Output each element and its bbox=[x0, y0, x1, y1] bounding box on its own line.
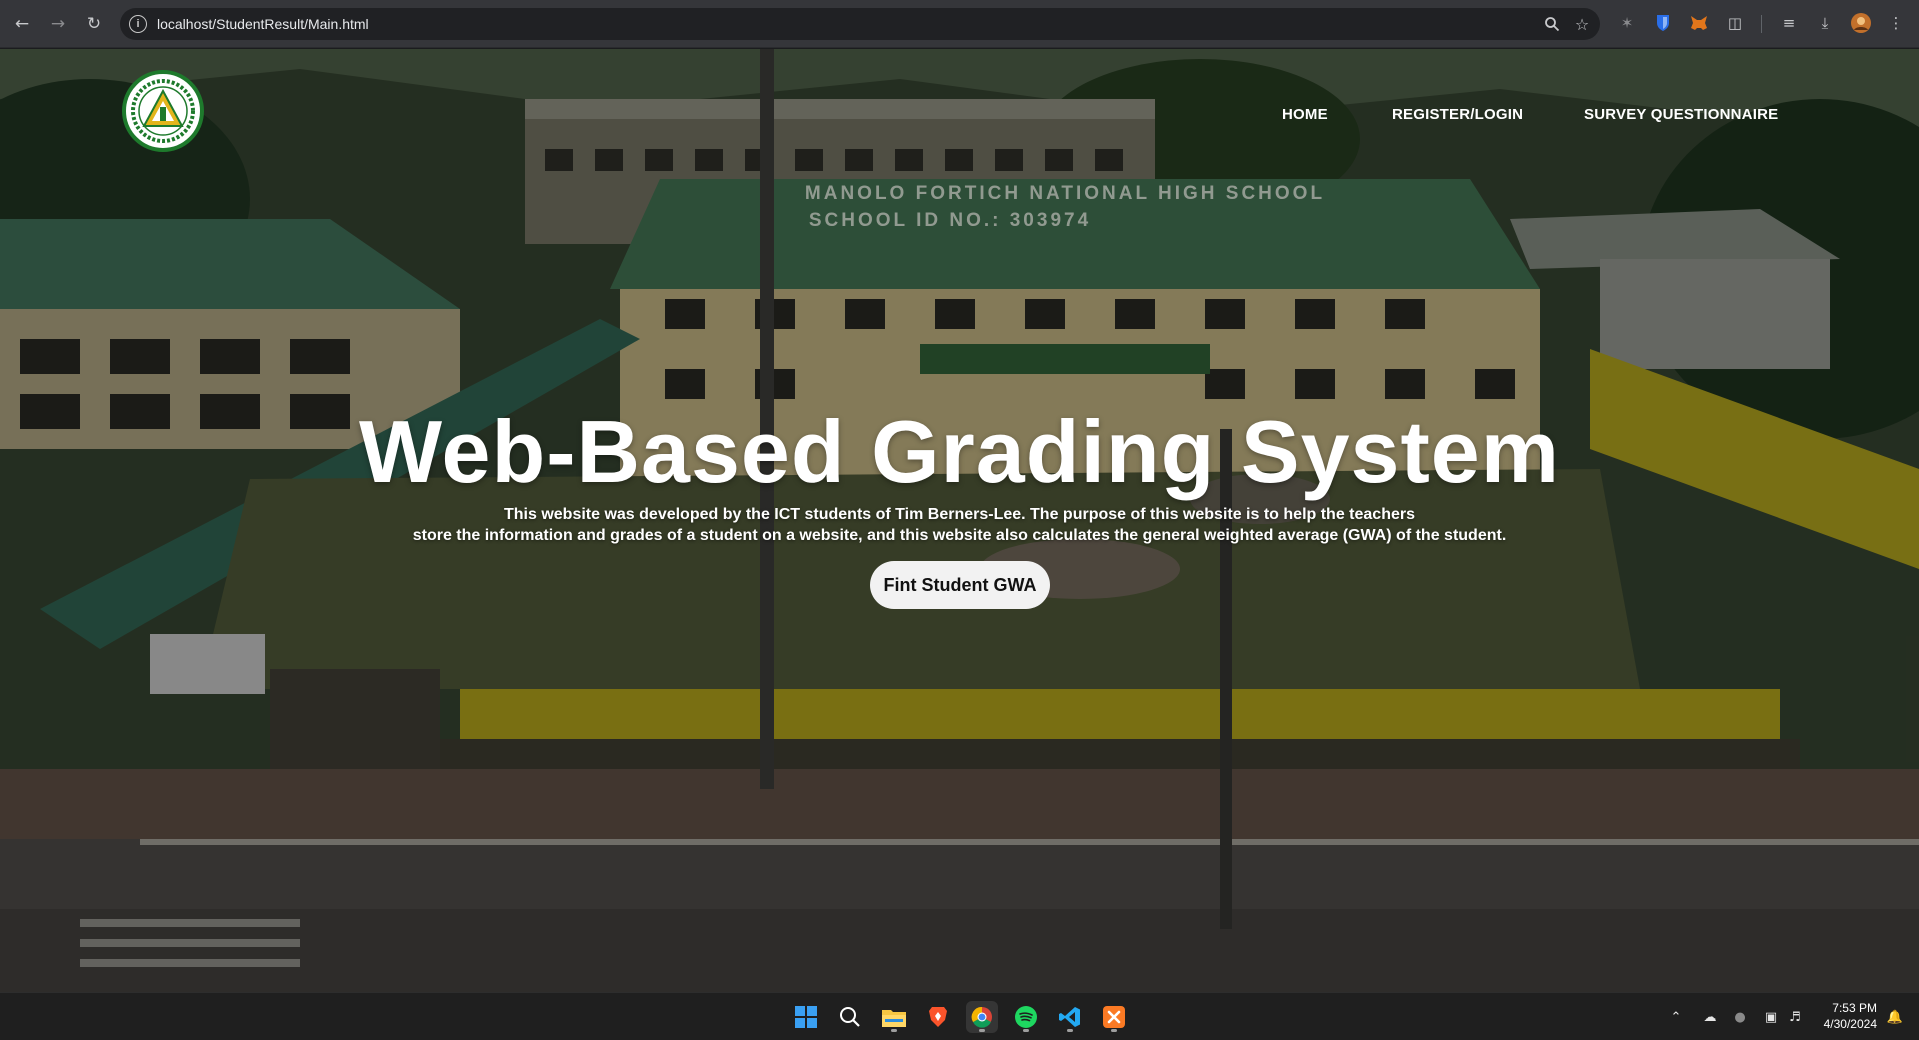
brave-browser-icon[interactable] bbox=[922, 1001, 954, 1033]
spotify-icon[interactable] bbox=[1010, 1001, 1042, 1033]
running-indicator bbox=[1111, 1029, 1117, 1032]
nav-register-login-link[interactable]: REGISTER/LOGIN bbox=[1392, 106, 1523, 123]
reading-list-icon[interactable]: ≡ bbox=[1777, 11, 1801, 35]
running-indicator bbox=[1067, 1029, 1073, 1032]
hero-description-line-2: store the information and grades of a st… bbox=[412, 527, 1507, 544]
windows-taskbar: ⌃ ☁ ● ▣ ♬ 7:53 PM 4/30/2024 🔔 bbox=[0, 992, 1919, 1040]
more-menu-icon[interactable]: ⋮ bbox=[1884, 11, 1908, 35]
show-hidden-icons-chevron-icon[interactable]: ⌃ bbox=[1668, 1008, 1684, 1026]
running-indicator bbox=[1023, 1029, 1029, 1032]
chrome-icon[interactable] bbox=[966, 1001, 998, 1033]
toolbar-separator bbox=[1761, 15, 1762, 33]
profile-avatar[interactable] bbox=[1849, 11, 1873, 35]
zoom-icon[interactable] bbox=[1540, 12, 1564, 36]
windows-start-icon[interactable] bbox=[790, 1001, 822, 1033]
hero-description: This website was developed by the ICT st… bbox=[0, 504, 1919, 546]
network-icon[interactable]: ▣ bbox=[1762, 1008, 1780, 1026]
notification-bell-icon[interactable]: 🔔 bbox=[1886, 1008, 1904, 1026]
address-bar[interactable]: i localhost/StudentResult/Main.html ☆ bbox=[120, 8, 1600, 40]
forward-icon[interactable]: → bbox=[44, 10, 72, 38]
find-student-gwa-button[interactable]: Fint Student GWA bbox=[870, 561, 1050, 609]
site-info-icon[interactable]: i bbox=[129, 15, 147, 33]
ai-extension-icon[interactable]: ✶ bbox=[1615, 11, 1639, 35]
system-clock[interactable]: 7:53 PM 4/30/2024 bbox=[1824, 1000, 1877, 1032]
extensions-puzzle-icon[interactable]: ◫ bbox=[1723, 11, 1747, 35]
running-indicator bbox=[979, 1029, 985, 1032]
vscode-icon[interactable] bbox=[1054, 1001, 1086, 1033]
clock-date: 4/30/2024 bbox=[1823, 1017, 1877, 1031]
metamask-extension-icon[interactable] bbox=[1687, 11, 1711, 35]
reload-icon[interactable]: ↻ bbox=[80, 10, 108, 38]
onedrive-cloud-icon[interactable]: ☁ bbox=[1700, 1008, 1720, 1026]
nav-home-link[interactable]: HOME bbox=[1282, 106, 1328, 123]
hero-section: MANOLO FORTICH NATIONAL HIGH SCHOOL SCHO… bbox=[0, 49, 1919, 992]
clock-time: 7:53 PM bbox=[1832, 1001, 1877, 1015]
back-icon[interactable]: ← bbox=[8, 10, 36, 38]
hero-description-line-1: This website was developed by the ICT st… bbox=[503, 506, 1415, 523]
nav-survey-link[interactable]: SURVEY QUESTIONNAIRE bbox=[1584, 106, 1778, 123]
bitwarden-extension-icon[interactable] bbox=[1651, 11, 1675, 35]
search-icon[interactable] bbox=[834, 1001, 866, 1033]
running-indicator bbox=[891, 1029, 897, 1032]
url-text[interactable]: localhost/StudentResult/Main.html bbox=[157, 16, 369, 32]
hero-title: Web-Based Grading System bbox=[359, 402, 1560, 501]
download-icon[interactable]: ⤓ bbox=[1813, 11, 1837, 35]
xampp-icon[interactable] bbox=[1098, 1001, 1130, 1033]
main-navigation: HOME REGISTER/LOGIN SURVEY QUESTIONNAIRE bbox=[0, 106, 1919, 126]
bookmark-star-icon[interactable]: ☆ bbox=[1570, 12, 1594, 36]
file-explorer-icon[interactable] bbox=[878, 1001, 910, 1033]
browser-toolbar: ← → ↻ i localhost/StudentResult/Main.htm… bbox=[0, 0, 1919, 48]
microphone-icon[interactable]: ● bbox=[1732, 1008, 1748, 1026]
volume-icon[interactable]: ♬ bbox=[1786, 1008, 1804, 1026]
